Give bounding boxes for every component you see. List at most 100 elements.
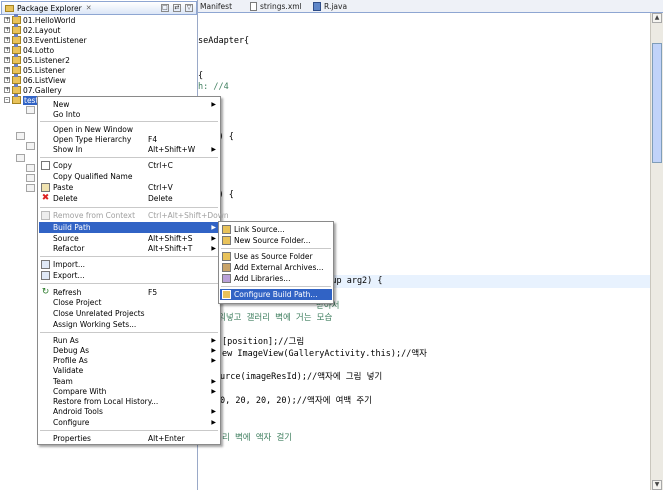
menu-item-android-tools[interactable]: Android Tools ▶ [39,406,219,417]
menu-item-new-source-folder[interactable]: New Source Folder... [220,235,332,246]
submenu-arrow-icon: ▶ [211,245,216,252]
jar-icon [222,263,231,272]
code-line: ew ImageView(GalleryActivity.this);//액자 [222,349,427,359]
src-folder-icon [26,106,35,114]
android-project-icon [12,84,21,94]
editor-tab-bar: Manifest strings.xml R.java [198,0,663,13]
project-label: 05.Listener [23,65,66,75]
remove-context-icon [41,211,50,220]
view-menu-icon[interactable]: ▽ [185,4,193,12]
menu-item-paste[interactable]: Paste Ctrl+V [39,182,219,193]
menu-item-copy[interactable]: Copy Ctrl+C [39,160,219,171]
scrollbar-thumb[interactable] [652,43,662,163]
menu-item-configure[interactable]: Configure ▶ [39,417,219,428]
close-icon[interactable]: ✕ [86,4,92,12]
gen-folder-icon [16,132,25,140]
menu-item-link-source[interactable]: Link Source... [220,224,332,235]
menu-item-delete[interactable]: ✖ Delete Delete [39,193,219,204]
menu-item-configure-build-path[interactable]: Configure Build Path... [220,289,332,300]
paste-icon [41,183,50,192]
expand-icon[interactable]: + [4,77,10,83]
menu-item-export[interactable]: Export... [39,270,219,281]
menu-separator [40,157,218,158]
menu-item-remove-from-context[interactable]: Remove from Context Ctrl+Alt+Shift+Down [39,210,229,221]
source-folder-icon [222,252,231,261]
tab-strings-label: strings.xml [260,2,302,11]
android-project-icon [12,74,21,84]
menu-item-refactor[interactable]: Refactor Alt+Shift+T ▶ [39,243,219,254]
tree-item-project[interactable]: + 02.Layout [4,24,61,35]
menu-item-properties[interactable]: Properties Alt+Enter [39,433,219,444]
link-source-icon [222,225,231,234]
menu-item-add-libraries[interactable]: Add Libraries... [220,273,332,284]
menu-separator [40,121,218,122]
code-line: seAdapter{ [198,36,250,46]
menu-separator [40,332,218,333]
expand-icon[interactable]: + [4,27,10,33]
tab-r-java[interactable]: R.java [313,1,347,12]
project-label: 02.Layout [23,25,61,35]
android-project-icon [12,34,21,44]
project-label: 03.EventListener [23,35,87,45]
android-project-icon [12,94,21,104]
res-folder-icon [26,164,35,172]
expand-icon[interactable]: + [4,57,10,63]
tab-manifest[interactable]: Manifest [200,1,232,12]
java-file-icon [313,2,321,11]
menu-item-copy-qualified-name[interactable]: Copy Qualified Name [39,171,219,182]
menu-item-close-project[interactable]: Close Project [39,297,219,308]
menu-item-go-into[interactable]: Go Into [39,109,219,120]
code-line: [position];//그림 [222,337,305,347]
submenu-arrow-icon: ▶ [211,408,216,415]
code-comment-line: 리 벽에 액자 걸기 [222,433,293,443]
copy-icon [41,161,50,170]
menu-item-close-unrelated-projects[interactable]: Close Unrelated Projects [39,308,219,319]
menu-item-build-path[interactable]: Build Path ▶ [39,222,219,233]
code-line: 0, 20, 20, 20);//액자에 여백 주기 [220,396,372,406]
properties-file-icon [26,184,35,192]
expand-icon[interactable]: + [4,17,10,23]
menu-item-add-external-archives[interactable]: Add External Archives... [220,262,332,273]
menu-item-assign-working-sets[interactable]: Assign Working Sets... [39,319,219,330]
collapse-all-icon[interactable]: □ [161,4,169,12]
code-line: urce(imageResId);//액자에 그림 넣기 [220,372,383,382]
context-menu: New ▶ Go Into Open in New Window Open Ty… [37,96,229,445]
menu-item-import[interactable]: Import... [39,259,219,270]
package-icon [26,142,35,150]
code-line: h: //4 [198,82,229,92]
scroll-up-icon[interactable]: ▲ [652,13,662,23]
submenu-arrow-icon: ▶ [211,419,216,426]
collapse-icon[interactable]: – [4,97,10,103]
tree-item-project[interactable]: + 04.Lotto [4,44,54,55]
submenu-arrow-icon: ▶ [211,146,216,153]
android-project-icon [12,64,21,74]
menu-separator [40,207,218,208]
expand-icon[interactable]: + [4,47,10,53]
package-explorer-title: Package Explorer [17,3,82,13]
manifest-file-icon [26,174,35,182]
menu-item-show-in[interactable]: Show In Alt+Shift+W ▶ [39,144,219,155]
menu-item-use-as-source-folder[interactable]: Use as Source Folder [220,251,332,262]
code-comment-line: 워넣고 갤러리 벽에 거는 모습 [218,313,333,323]
package-explorer-tab[interactable]: Package Explorer ✕ □ ⇄ ▽ [1,1,197,14]
menu-separator [221,248,331,249]
build-path-icon [222,290,231,299]
expand-icon[interactable]: + [4,67,10,73]
submenu-arrow-icon: ▶ [211,224,216,231]
expand-icon[interactable]: + [4,37,10,43]
build-path-submenu: Link Source... New Source Folder... Use … [218,221,334,304]
expand-icon[interactable]: + [4,87,10,93]
menu-item-validate[interactable]: Validate [39,365,219,376]
menu-separator [40,430,218,431]
tab-strings-xml[interactable]: strings.xml [250,1,302,12]
android-project-icon [12,44,21,54]
menu-separator [40,256,218,257]
import-icon [41,260,50,269]
delete-icon: ✖ [41,193,50,203]
xml-file-icon [250,2,257,11]
link-with-editor-icon[interactable]: ⇄ [173,4,181,12]
scroll-down-icon[interactable]: ▼ [652,480,662,490]
vertical-scrollbar[interactable]: ▲ ▼ [650,13,663,490]
tree-item-project[interactable]: + 07.Gallery [4,84,62,95]
android-project-icon [12,14,21,24]
